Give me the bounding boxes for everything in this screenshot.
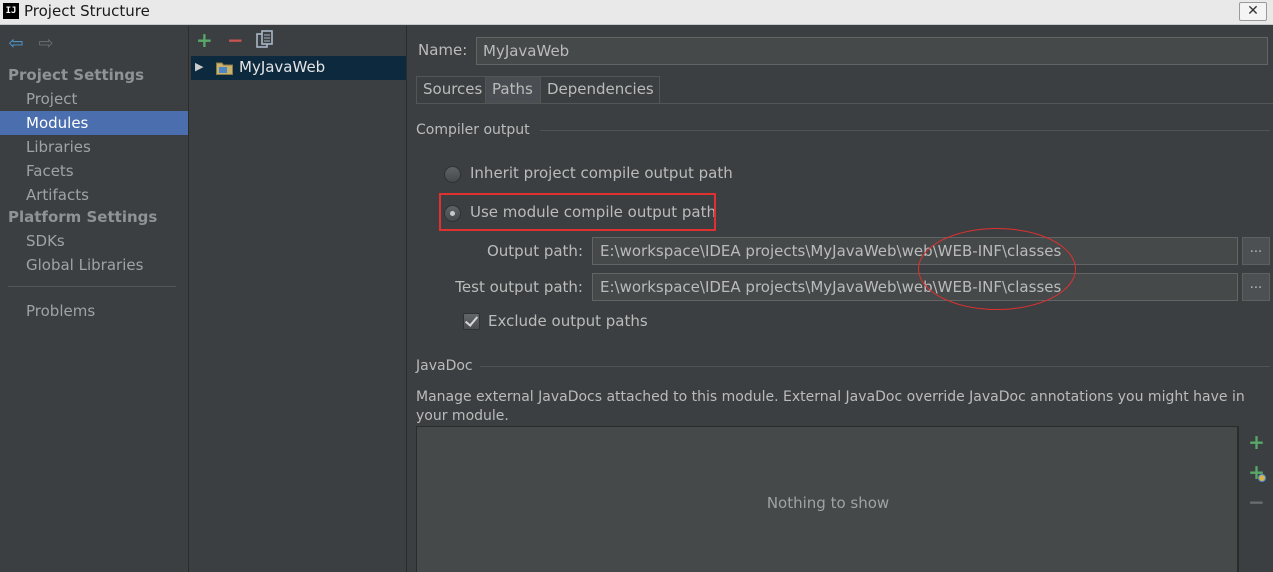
module-tree-panel: + − ▶ MyJavaWeb: [190, 26, 407, 572]
exclude-output-paths-label: Exclude output paths: [488, 312, 648, 330]
javadoc-divider: [480, 366, 1270, 367]
output-path-label: Output path:: [486, 242, 583, 260]
tab-dependencies[interactable]: Dependencies: [540, 76, 660, 103]
remove-module-icon[interactable]: −: [227, 30, 244, 50]
javadoc-toolbar: + + −: [1238, 426, 1273, 572]
javadoc-title: JavaDoc: [416, 358, 473, 374]
project-settings-header: Project Settings: [8, 66, 145, 84]
sidebar-item-problems[interactable]: Problems: [0, 299, 188, 323]
highlight-annotation-box: [439, 193, 716, 231]
window-title: Project Structure: [24, 2, 150, 20]
sidebar-item-facets[interactable]: Facets: [0, 159, 188, 183]
tabs-divider: [416, 103, 1273, 104]
inherit-output-radio[interactable]: [444, 166, 461, 183]
module-name-label: Name:: [418, 41, 468, 59]
empty-list-text: Nothing to show: [766, 494, 890, 512]
sidebar-item-project[interactable]: Project: [0, 87, 188, 111]
back-arrow-icon[interactable]: ⇦: [6, 34, 26, 54]
output-path-browse-button[interactable]: ...: [1242, 237, 1270, 265]
javadoc-description: Manage external JavaDocs attached to thi…: [416, 389, 1245, 424]
sidebar-divider: [8, 286, 176, 287]
globe-icon: [1258, 474, 1266, 482]
output-path-input[interactable]: E:\workspace\IDEA projects\MyJavaWeb\web…: [592, 237, 1238, 265]
forward-arrow-icon[interactable]: ⇨: [36, 34, 56, 54]
add-javadoc-url-icon[interactable]: +: [1239, 460, 1273, 484]
tab-paths[interactable]: Paths: [485, 76, 541, 103]
test-output-path-input[interactable]: E:\workspace\IDEA projects\MyJavaWeb\web…: [592, 273, 1238, 301]
module-tree-label: MyJavaWeb: [239, 58, 326, 76]
title-bar: IJ Project Structure ✕: [0, 0, 1273, 25]
module-name-input[interactable]: MyJavaWeb: [476, 37, 1268, 65]
expand-triangle-icon[interactable]: ▶: [195, 60, 203, 73]
remove-javadoc-icon[interactable]: −: [1239, 490, 1273, 514]
tree-node-module[interactable]: ▶ MyJavaWeb: [191, 56, 406, 80]
compiler-output-title: Compiler output: [416, 122, 530, 138]
sidebar-item-sdks[interactable]: SDKs: [0, 229, 188, 253]
module-folder-icon: [216, 61, 233, 75]
copy-module-icon[interactable]: [256, 30, 274, 50]
test-output-path-browse-button[interactable]: ...: [1242, 273, 1270, 301]
add-javadoc-icon[interactable]: +: [1239, 430, 1273, 454]
sidebar-item-modules[interactable]: Modules: [0, 111, 188, 135]
compiler-output-divider: [540, 130, 1270, 131]
intellij-app-icon: IJ: [3, 3, 19, 19]
tab-sources[interactable]: Sources: [416, 76, 486, 103]
sidebar-item-global-libraries[interactable]: Global Libraries: [0, 253, 188, 277]
sidebar-item-libraries[interactable]: Libraries: [0, 135, 188, 159]
test-output-path-label: Test output path:: [455, 278, 583, 296]
settings-sidebar: ⇦ ⇨ Project Settings Project Modules Lib…: [0, 26, 189, 572]
javadoc-list[interactable]: Nothing to show: [416, 426, 1238, 572]
sidebar-item-artifacts[interactable]: Artifacts: [0, 183, 188, 207]
add-module-icon[interactable]: +: [196, 30, 213, 50]
module-settings-pane: Name: MyJavaWeb Sources Paths Dependenci…: [408, 26, 1273, 572]
platform-settings-header: Platform Settings: [8, 208, 158, 226]
exclude-output-paths-checkbox[interactable]: [463, 313, 480, 330]
inherit-output-label: Inherit project compile output path: [470, 164, 733, 182]
close-window-button[interactable]: ✕: [1239, 2, 1267, 21]
